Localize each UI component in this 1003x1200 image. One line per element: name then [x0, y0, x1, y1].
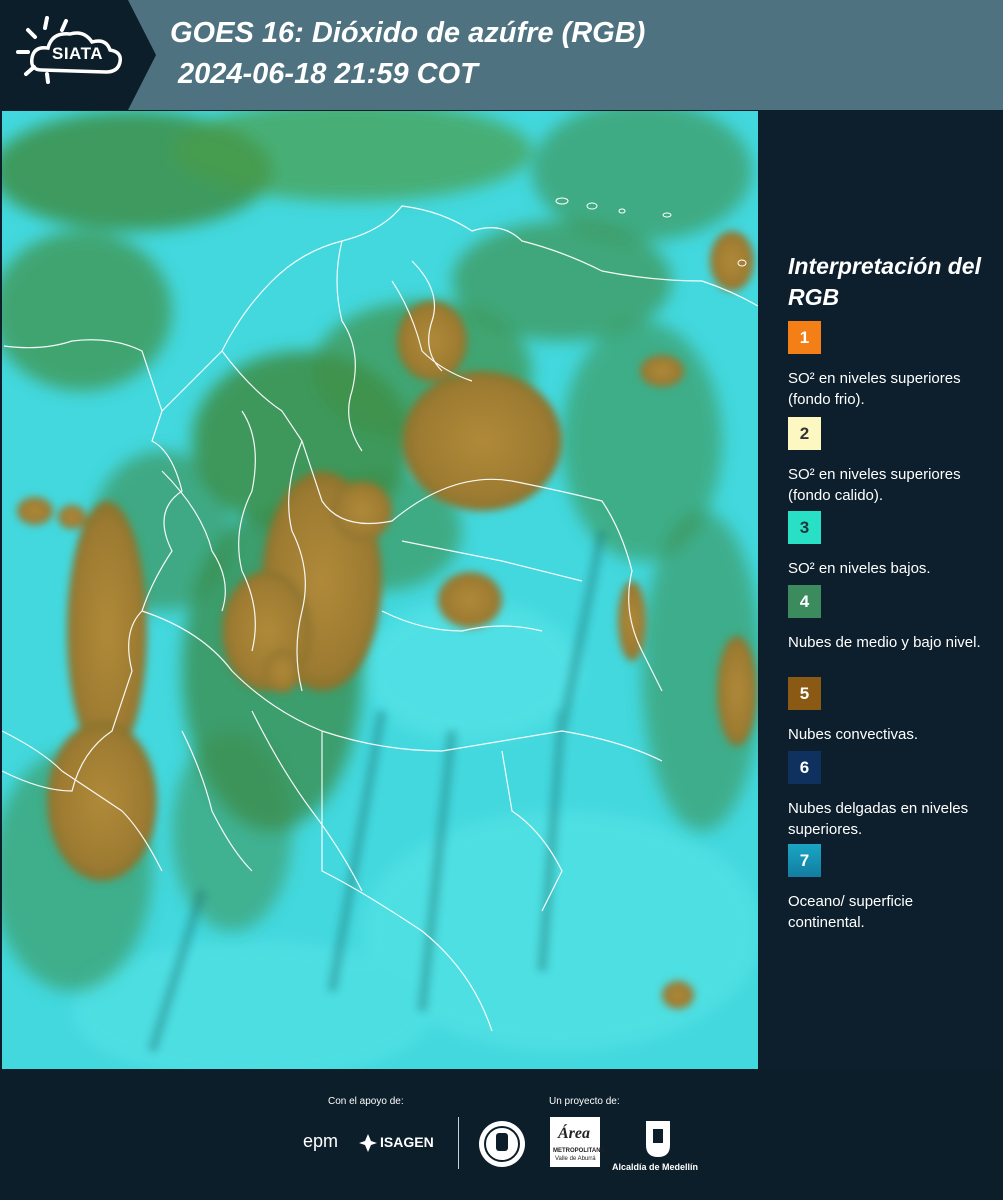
page-title: GOES 16: Dióxido de azúfre (RGB) — [170, 17, 646, 49]
legend-swatch-7: 7 — [788, 844, 821, 877]
epm-logo: epm — [303, 1131, 339, 1151]
university-seal-icon — [479, 1121, 525, 1167]
legend-item-7: 7 Oceano/ superficie continental. — [788, 844, 993, 933]
legend-label-5: Nubes convectivas. — [788, 726, 919, 743]
project-caption: Un proyecto de: — [549, 1096, 620, 1107]
isagen-logo: ISAGEN — [380, 1134, 434, 1150]
area-metropolitana-mark: Área — [558, 1125, 590, 1142]
legend-item-5: 5 Nubes convectivas. — [788, 677, 993, 745]
footer: Con el apoyo de: Un proyecto de: epm ISA… — [0, 1069, 1003, 1200]
page-timestamp: 2024-06-18 21:59 COT — [178, 58, 478, 90]
medellin-shield-icon — [646, 1121, 670, 1157]
footer-divider — [458, 1117, 459, 1169]
legend-swatch-1: 1 — [788, 321, 821, 354]
legend-swatch-3: 3 — [788, 511, 821, 544]
siata-logo: SIATA — [0, 0, 160, 110]
area-metropolitana-subtext: Valle de Aburrá — [555, 1156, 596, 1162]
legend-item-2: 2 SO² en niveles superiores (fondo calid… — [788, 417, 993, 506]
support-caption: Con el apoyo de: — [328, 1096, 404, 1107]
satellite-image — [2, 111, 758, 1069]
satellite-map[interactable] — [2, 111, 758, 1069]
legend-swatch-6: 6 — [788, 751, 821, 784]
legend-swatch-5: 5 — [788, 677, 821, 710]
legend-label-2: SO² en niveles superiores (fondo calido)… — [788, 466, 961, 504]
isagen-icon — [359, 1134, 377, 1152]
legend-label-1: SO² en niveles superiores (fondo frio). — [788, 370, 961, 408]
legend-label-3: SO² en niveles bajos. — [788, 560, 931, 577]
alcaldia-medellin-text: Alcaldía de Medellín — [612, 1162, 699, 1172]
legend-item-4: 4 Nubes de medio y bajo nivel. — [788, 585, 993, 653]
legend-swatch-4: 4 — [788, 585, 821, 618]
header: SIATA GOES 16: Dióxido de azúfre (RGB) 2… — [0, 0, 1003, 110]
legend-label-4: Nubes de medio y bajo nivel. — [788, 634, 981, 651]
legend-item-1: 1 SO² en niveles superiores (fondo frio)… — [788, 321, 993, 410]
legend-label-7: Oceano/ superficie continental. — [788, 893, 914, 931]
area-metropolitana-text: METROPOLITANA — [553, 1148, 605, 1154]
legend-label-6: Nubes delgadas en niveles superiores. — [788, 800, 969, 838]
legend-item-6: 6 Nubes delgadas en niveles superiores. — [788, 751, 993, 840]
logo-text: SIATA — [52, 44, 103, 63]
legend-item-3: 3 SO² en niveles bajos. — [788, 511, 993, 579]
legend-panel: Interpretación del RGB 1 SO² en niveles … — [760, 111, 1003, 1069]
legend-title: Interpretación del RGB — [788, 253, 981, 310]
legend-swatch-2: 2 — [788, 417, 821, 450]
